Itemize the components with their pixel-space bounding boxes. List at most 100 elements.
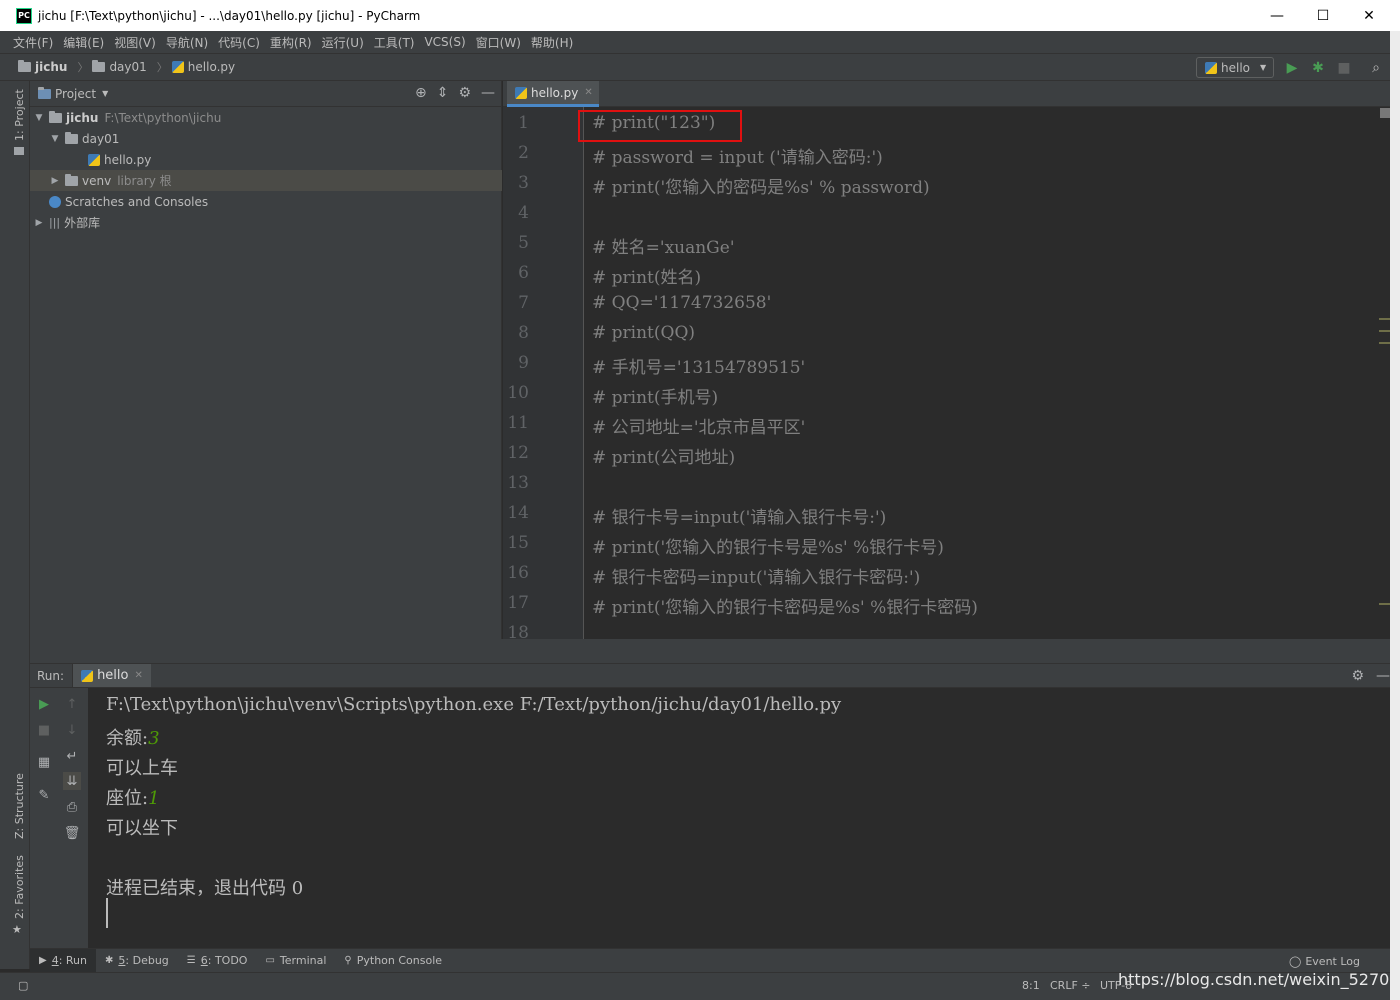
close-tab-icon[interactable]: ✕ xyxy=(134,670,142,681)
run-console-output[interactable]: F:\Text\python\jichu\venv\Scripts\python… xyxy=(88,688,1400,948)
tree-item-hello-py[interactable]: hello.py xyxy=(30,149,502,170)
console-exit-line: 进程已结束，退出代码 0 xyxy=(106,878,304,899)
close-tab-icon[interactable]: ✕ xyxy=(584,87,592,98)
menu-window[interactable]: 窗口(W) xyxy=(476,34,521,51)
menu-edit[interactable]: 编辑(E) xyxy=(63,34,104,51)
tool-tab-terminal[interactable]: ▭ Terminal xyxy=(256,949,335,972)
collapsed-triangle-icon[interactable]: ▶ xyxy=(33,218,45,228)
line-number: 17 xyxy=(507,593,529,613)
scratches-icon xyxy=(49,195,61,208)
folder-icon xyxy=(65,173,78,186)
tree-item-venv[interactable]: ▶ venv library 根 xyxy=(30,170,502,191)
code-editor[interactable]: # print("123") # password = input ('请输入密码… xyxy=(584,107,1380,639)
menu-help[interactable]: 帮助(H) xyxy=(531,34,573,51)
rerun-icon[interactable]: ▶ xyxy=(35,695,53,713)
chevron-down-icon[interactable]: ▼ xyxy=(102,89,108,98)
scroll-marker xyxy=(1379,318,1390,320)
project-view-select[interactable]: Project xyxy=(55,87,96,101)
tool-tab-todo[interactable]: ☰ 6: TODO xyxy=(178,949,257,972)
menu-navigate[interactable]: 导航(N) xyxy=(166,34,208,51)
tool-tab-debug[interactable]: ✱ 5: Debug xyxy=(96,949,178,972)
trash-icon[interactable]: 🗑 xyxy=(63,824,81,842)
line-number: 4 xyxy=(518,203,529,223)
menu-run[interactable]: 运行(U) xyxy=(322,34,364,51)
layout-icon[interactable]: ▦ xyxy=(35,753,53,771)
line-number: 3 xyxy=(518,173,529,193)
panel-divider[interactable] xyxy=(30,639,1400,663)
breadcrumb-file[interactable]: hello.py xyxy=(171,60,235,74)
tree-item-jichu[interactable]: ▼ jichu F:\Text\python\jichu xyxy=(30,107,502,128)
menu-refactor[interactable]: 重构(R) xyxy=(270,34,312,51)
line-separator[interactable]: CRLF ÷ xyxy=(1050,979,1091,992)
soft-wrap-icon[interactable]: ↵ xyxy=(63,747,81,765)
line-number: 14 xyxy=(507,503,529,523)
structure-tool-tab[interactable]: Z: Structure xyxy=(13,773,26,839)
navigation-bar: jichu 〉 day01 〉 hello.py hello ▼ ▶ ✱ ■ ⌕ xyxy=(0,53,1400,81)
pycharm-logo-icon: PC xyxy=(16,7,32,24)
code-line: # 公司地址='北京市昌平区' xyxy=(592,418,806,438)
locate-icon[interactable]: ⊕ xyxy=(415,85,427,101)
breadcrumb-project[interactable]: jichu xyxy=(18,60,67,74)
tool-tab-python-console[interactable]: ⚲ Python Console xyxy=(335,949,451,972)
python-icon xyxy=(81,669,94,682)
breadcrumb-separator: 〉 xyxy=(156,61,168,74)
code-line: # 姓名='xuanGe' xyxy=(592,238,735,258)
stop-icon[interactable]: ■ xyxy=(35,721,53,739)
print-icon[interactable]: ⎙ xyxy=(63,798,81,816)
run-configuration-select[interactable]: hello ▼ xyxy=(1196,57,1274,78)
console-line: 可以上车 xyxy=(106,758,178,779)
breadcrumb-folder[interactable]: day01 xyxy=(92,60,147,74)
gear-icon[interactable]: ⚙ xyxy=(458,85,471,101)
debug-icon[interactable]: ✱ xyxy=(1308,58,1328,78)
watermark-text: https://blog.csdn.net/weixin_52704021 xyxy=(1118,970,1400,989)
menu-tools[interactable]: 工具(T) xyxy=(374,34,415,51)
folder-icon xyxy=(14,147,24,155)
project-tool-tab[interactable]: 1: Project xyxy=(13,89,26,141)
menu-view[interactable]: 视图(V) xyxy=(114,34,156,51)
line-number: 2 xyxy=(518,143,529,163)
expand-triangle-icon[interactable]: ▼ xyxy=(49,134,61,144)
menu-file[interactable]: 文件(F) xyxy=(13,34,53,51)
text-cursor xyxy=(106,898,108,928)
tree-item-day01[interactable]: ▼ day01 xyxy=(30,128,502,149)
code-line: # 银行卡密码=input('请输入银行卡密码:') xyxy=(592,568,921,588)
favorites-tool-tab[interactable]: 2: Favorites xyxy=(13,855,26,919)
run-tab-hello[interactable]: hello ✕ xyxy=(73,664,151,687)
search-icon[interactable]: ⌕ xyxy=(1366,58,1386,78)
minimize-button[interactable]: — xyxy=(1254,0,1300,31)
menu-vcs[interactable]: VCS(S) xyxy=(424,35,465,49)
code-line: # print('您输入的银行卡密码是%s' %银行卡密码) xyxy=(592,598,978,618)
up-arrow-icon[interactable]: ↑ xyxy=(63,695,81,713)
collapsed-triangle-icon[interactable]: ▶ xyxy=(49,176,61,186)
gear-icon[interactable]: ⚙ xyxy=(1351,668,1364,684)
tool-tab-run[interactable]: ▶ 4: Run xyxy=(30,949,96,972)
down-arrow-icon[interactable]: ↓ xyxy=(63,721,81,739)
close-button[interactable]: ✕ xyxy=(1346,0,1392,31)
tree-item-scratches[interactable]: Scratches and Consoles xyxy=(30,191,502,212)
caret-position[interactable]: 8:1 xyxy=(1022,979,1040,992)
tree-item-external-libraries[interactable]: ▶ ||| 外部库 xyxy=(30,212,502,233)
editor-tab-hello-py[interactable]: hello.py ✕ xyxy=(507,81,599,107)
stop-icon[interactable]: ■ xyxy=(1334,58,1354,78)
menu-code[interactable]: 代码(C) xyxy=(218,34,260,51)
star-icon: ★ xyxy=(12,923,22,936)
tool-window-toggle-icon[interactable]: ▢ xyxy=(18,979,28,992)
scroll-to-end-icon[interactable]: ⇊ xyxy=(63,772,81,790)
console-line: 余额:3 xyxy=(106,728,160,749)
console-line: 座位:1 xyxy=(106,788,160,809)
line-number: 9 xyxy=(518,353,529,373)
pin-icon[interactable]: ✎ xyxy=(35,786,53,804)
maximize-button[interactable]: ☐ xyxy=(1300,0,1346,31)
hide-icon[interactable]: — xyxy=(1376,668,1390,684)
code-line: # 银行卡号=input('请输入银行卡号:') xyxy=(592,508,887,528)
expand-triangle-icon[interactable]: ▼ xyxy=(33,113,45,123)
code-line: # QQ='1174732658' xyxy=(592,293,772,313)
line-number: 5 xyxy=(518,233,529,253)
hide-icon[interactable]: — xyxy=(481,85,495,101)
code-line: # print(姓名) xyxy=(592,268,702,288)
folder-icon xyxy=(92,60,106,72)
run-icon[interactable]: ▶ xyxy=(1282,58,1302,78)
line-number: 1 xyxy=(518,113,529,133)
list-icon: ☰ xyxy=(186,955,196,966)
collapse-all-icon[interactable]: ⇕ xyxy=(437,85,449,101)
